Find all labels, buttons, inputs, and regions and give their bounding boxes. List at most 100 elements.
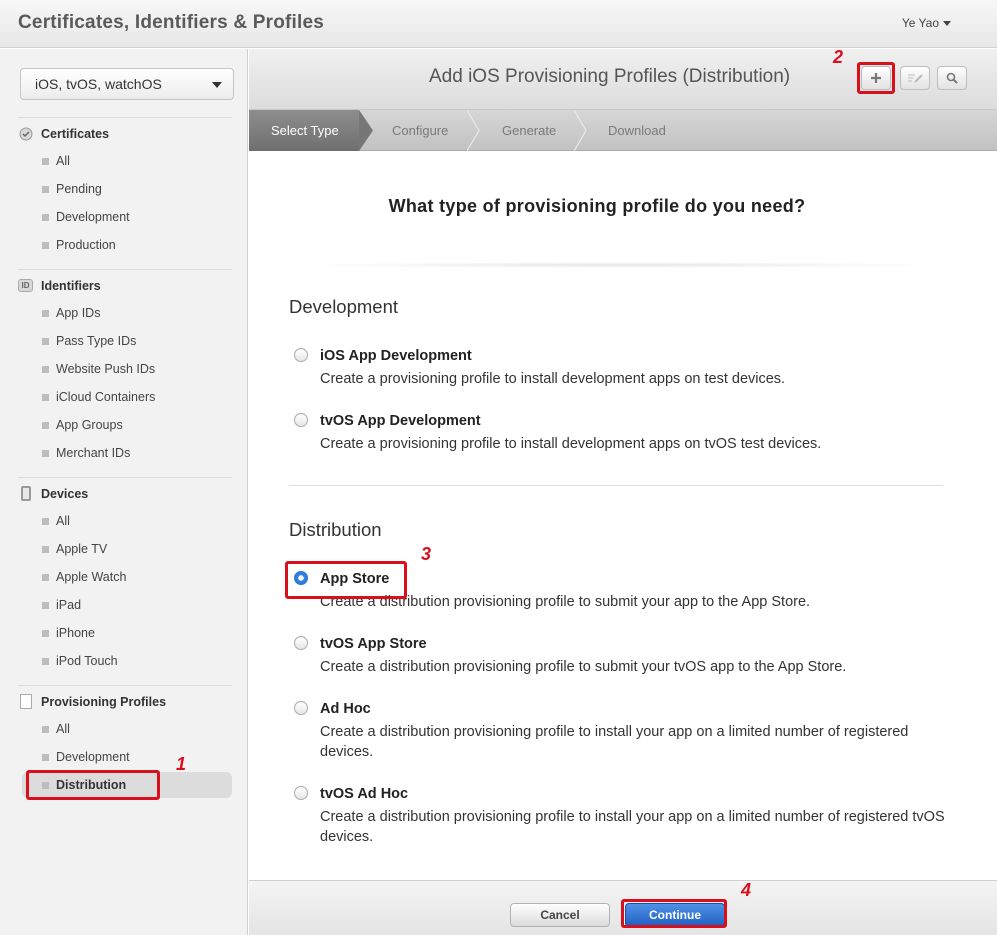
divider <box>289 485 943 486</box>
pencil-icon <box>908 74 923 83</box>
option-description: Create a distribution provisioning profi… <box>320 724 909 760</box>
option-label[interactable]: iOS App Development <box>320 348 472 364</box>
sidebar: iOS, tvOS, watchOS Certificates All Pend… <box>0 49 248 935</box>
distribution-heading: Distribution <box>289 519 382 540</box>
add-button[interactable] <box>861 66 891 90</box>
sidebar-item-label: Development <box>56 210 130 224</box>
device-icon <box>18 486 33 501</box>
user-name: Ye Yao <box>901 16 939 30</box>
option-description: Create a distribution provisioning profi… <box>320 659 847 675</box>
continue-button[interactable]: Continue <box>625 903 725 927</box>
main-header: Add iOS Provisioning Profiles (Distribut… <box>249 49 997 110</box>
sidebar-item-app-groups[interactable]: App Groups <box>42 418 123 432</box>
sidebar-item-label: Pending <box>56 182 102 196</box>
search-icon <box>946 72 958 84</box>
sidebar-item-label: Merchant IDs <box>56 446 131 460</box>
section-title: Devices <box>41 486 89 501</box>
sidebar-item-ipad[interactable]: iPad <box>42 598 81 612</box>
sidebar-item-label: All <box>56 514 70 528</box>
radio-app-store[interactable] <box>294 571 308 585</box>
sidebar-item-apple-watch[interactable]: Apple Watch <box>42 570 126 584</box>
sidebar-item-ipod-touch[interactable]: iPod Touch <box>42 654 118 668</box>
edit-button[interactable] <box>900 66 930 90</box>
option-label[interactable]: tvOS Ad Hoc <box>320 786 408 802</box>
sidebar-item-certificates-all[interactable]: All <box>42 154 70 168</box>
sidebar-item-website-push-ids[interactable]: Website Push IDs <box>42 362 155 376</box>
sidebar-item-label: All <box>56 154 70 168</box>
sidebar-item-certificates-production[interactable]: Production <box>42 238 116 252</box>
sidebar-item-certificates-pending[interactable]: Pending <box>42 182 102 196</box>
platform-select-value: iOS, tvOS, watchOS <box>35 76 162 92</box>
user-menu[interactable]: Ye Yao <box>902 16 951 30</box>
development-heading: Development <box>289 296 399 317</box>
divider <box>18 269 232 270</box>
step-select-type: Select Type <box>249 110 359 151</box>
sidebar-item-label: Website Push IDs <box>56 362 156 376</box>
top-bar: Certificates, Identifiers & Profiles Ye … <box>0 0 997 48</box>
sidebar-item-label: Development <box>56 750 130 764</box>
cancel-button[interactable]: Cancel <box>510 903 610 927</box>
sidebar-item-icloud-containers[interactable]: iCloud Containers <box>42 390 155 404</box>
radio-tvos-app-development[interactable] <box>294 413 308 427</box>
radio-tvos-app-store[interactable] <box>294 636 308 650</box>
sidebar-item-label: iPad <box>56 598 82 612</box>
step-separator <box>359 110 373 151</box>
divider-shadow <box>294 262 949 268</box>
sidebar-item-devices-all[interactable]: All <box>42 514 70 528</box>
radio-ios-app-development[interactable] <box>294 348 308 362</box>
section-provisioning-profiles[interactable]: Provisioning Profiles <box>18 694 166 709</box>
divider <box>18 117 232 118</box>
platform-select[interactable]: iOS, tvOS, watchOS <box>20 68 234 100</box>
search-button[interactable] <box>937 66 967 90</box>
app-title: Certificates, Identifiers & Profiles <box>18 12 325 33</box>
option-label[interactable]: tvOS App Store <box>320 636 427 652</box>
step-download: Download <box>608 123 666 138</box>
divider <box>18 685 232 686</box>
sidebar-item-label: Apple TV <box>56 542 108 556</box>
radio-ad-hoc[interactable] <box>294 701 308 715</box>
step-separator <box>467 110 480 151</box>
chevron-down-icon <box>212 82 222 88</box>
step-separator <box>574 110 587 151</box>
sidebar-item-apple-tv[interactable]: Apple TV <box>42 542 107 556</box>
chevron-down-icon <box>943 21 951 27</box>
radio-tvos-ad-hoc[interactable] <box>294 786 308 800</box>
sidebar-item-label: Distribution <box>56 778 127 792</box>
sidebar-item-profiles-distribution[interactable]: Distribution <box>42 778 126 792</box>
section-identifiers[interactable]: ID Identifiers <box>18 278 101 293</box>
sidebar-item-app-ids[interactable]: App IDs <box>42 306 100 320</box>
option-label[interactable]: App Store <box>320 571 389 587</box>
section-title: Certificates <box>41 126 110 141</box>
sidebar-item-label: Pass Type IDs <box>56 334 137 348</box>
question-heading: What type of provisioning profile do you… <box>388 196 806 216</box>
divider <box>18 477 232 478</box>
sidebar-item-label: Production <box>56 238 116 252</box>
section-certificates[interactable]: Certificates <box>18 126 109 141</box>
sidebar-item-label: iCloud Containers <box>56 390 156 404</box>
content: What type of provisioning profile do you… <box>249 151 997 880</box>
step-generate: Generate <box>502 123 557 138</box>
option-label[interactable]: tvOS App Development <box>320 413 481 429</box>
section-devices[interactable]: Devices <box>18 486 88 501</box>
sidebar-item-pass-type-ids[interactable]: Pass Type IDs <box>42 334 136 348</box>
id-icon: ID <box>18 278 33 293</box>
sidebar-item-merchant-ids[interactable]: Merchant IDs <box>42 446 130 460</box>
document-icon <box>18 694 33 709</box>
section-title: Identifiers <box>41 278 101 293</box>
sidebar-item-label: All <box>56 722 70 736</box>
footer-bar: Cancel Continue <box>249 880 997 935</box>
sidebar-item-label: App IDs <box>56 306 101 320</box>
step-configure: Configure <box>392 123 449 138</box>
plus-icon <box>871 73 881 83</box>
sidebar-item-iphone[interactable]: iPhone <box>42 626 95 640</box>
sidebar-item-profiles-all[interactable]: All <box>42 722 70 736</box>
main-panel: Add iOS Provisioning Profiles (Distribut… <box>249 49 997 935</box>
option-description: Create a provisioning profile to install… <box>320 371 786 387</box>
sidebar-item-label: iPod Touch <box>56 654 118 668</box>
option-description: Create a distribution provisioning profi… <box>320 809 945 845</box>
option-description: Create a provisioning profile to install… <box>320 436 822 452</box>
sidebar-item-label: Apple Watch <box>56 570 127 584</box>
option-label[interactable]: Ad Hoc <box>320 701 371 717</box>
sidebar-item-profiles-development[interactable]: Development <box>42 750 130 764</box>
sidebar-item-certificates-development[interactable]: Development <box>42 210 130 224</box>
